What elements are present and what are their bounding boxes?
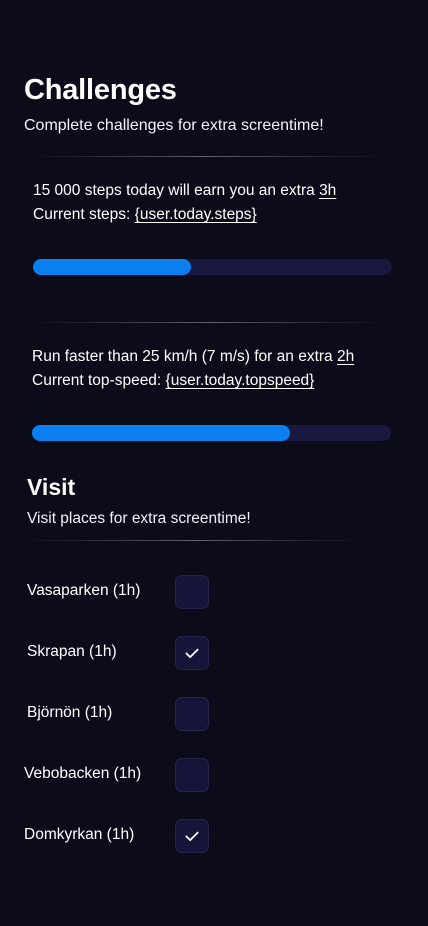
- steps-progress-fill: [33, 259, 191, 275]
- challenge-description: Run faster than 25 km/h (7 m/s) for an e…: [32, 345, 354, 369]
- visit-place-checkbox[interactable]: [175, 575, 209, 609]
- steps-progress-bar: [33, 259, 392, 275]
- visit-place-row: Vebobacken (1h): [0, 758, 428, 792]
- check-icon: [185, 831, 199, 842]
- visit-place-row: Domkyrkan (1h): [0, 819, 428, 853]
- challenges-screen: Challenges Complete challenges for extra…: [0, 0, 428, 926]
- current-steps-label: Current steps:: [33, 206, 135, 223]
- visit-place-checkbox[interactable]: [175, 819, 209, 853]
- speed-progress-fill: [32, 425, 291, 441]
- visit-place-label: Skrapan (1h): [27, 643, 117, 660]
- current-speed-value[interactable]: {user.today.topspeed}: [166, 372, 315, 389]
- challenge-description: 15 000 steps today will earn you an extr…: [33, 179, 336, 203]
- current-speed-label: Current top-speed:: [32, 372, 166, 389]
- divider: [24, 156, 386, 157]
- divider: [30, 322, 388, 323]
- page-title: Challenges: [24, 74, 177, 106]
- page-subtitle: Complete challenges for extra screentime…: [24, 117, 324, 134]
- visit-place-row: Skrapan (1h): [0, 636, 428, 670]
- visit-subtitle: Visit places for extra screentime!: [27, 510, 251, 527]
- challenge-speed: Run faster than 25 km/h (7 m/s) for an e…: [32, 345, 354, 393]
- visit-place-checkbox[interactable]: [175, 636, 209, 670]
- challenge-description-text: 15 000 steps today will earn you an extr…: [33, 182, 320, 199]
- visit-place-label: Domkyrkan (1h): [24, 826, 135, 843]
- visit-place-checkbox[interactable]: [175, 697, 209, 731]
- visit-place-row: Björnön (1h): [0, 697, 428, 731]
- challenge-current: Current top-speed: {user.today.topspeed}: [32, 369, 354, 393]
- challenge-description-text: Run faster than 25 km/h (7 m/s) for an e…: [32, 348, 337, 365]
- visit-place-row: Vasaparken (1h): [0, 575, 428, 609]
- challenge-reward-link[interactable]: 3h: [319, 182, 336, 199]
- check-icon: [185, 648, 199, 659]
- challenge-steps: 15 000 steps today will earn you an extr…: [33, 179, 336, 227]
- visit-place-label: Vasaparken (1h): [27, 582, 141, 599]
- visit-place-checkbox[interactable]: [175, 758, 209, 792]
- current-steps-value[interactable]: {user.today.steps}: [135, 206, 257, 223]
- visit-title: Visit: [27, 474, 76, 500]
- speed-progress-bar: [32, 425, 391, 441]
- visit-place-label: Björnön (1h): [27, 704, 113, 721]
- visit-place-label: Vebobacken (1h): [24, 765, 142, 782]
- challenge-reward-link[interactable]: 2h: [337, 348, 354, 365]
- divider: [22, 540, 367, 541]
- challenge-current: Current steps: {user.today.steps}: [33, 203, 336, 227]
